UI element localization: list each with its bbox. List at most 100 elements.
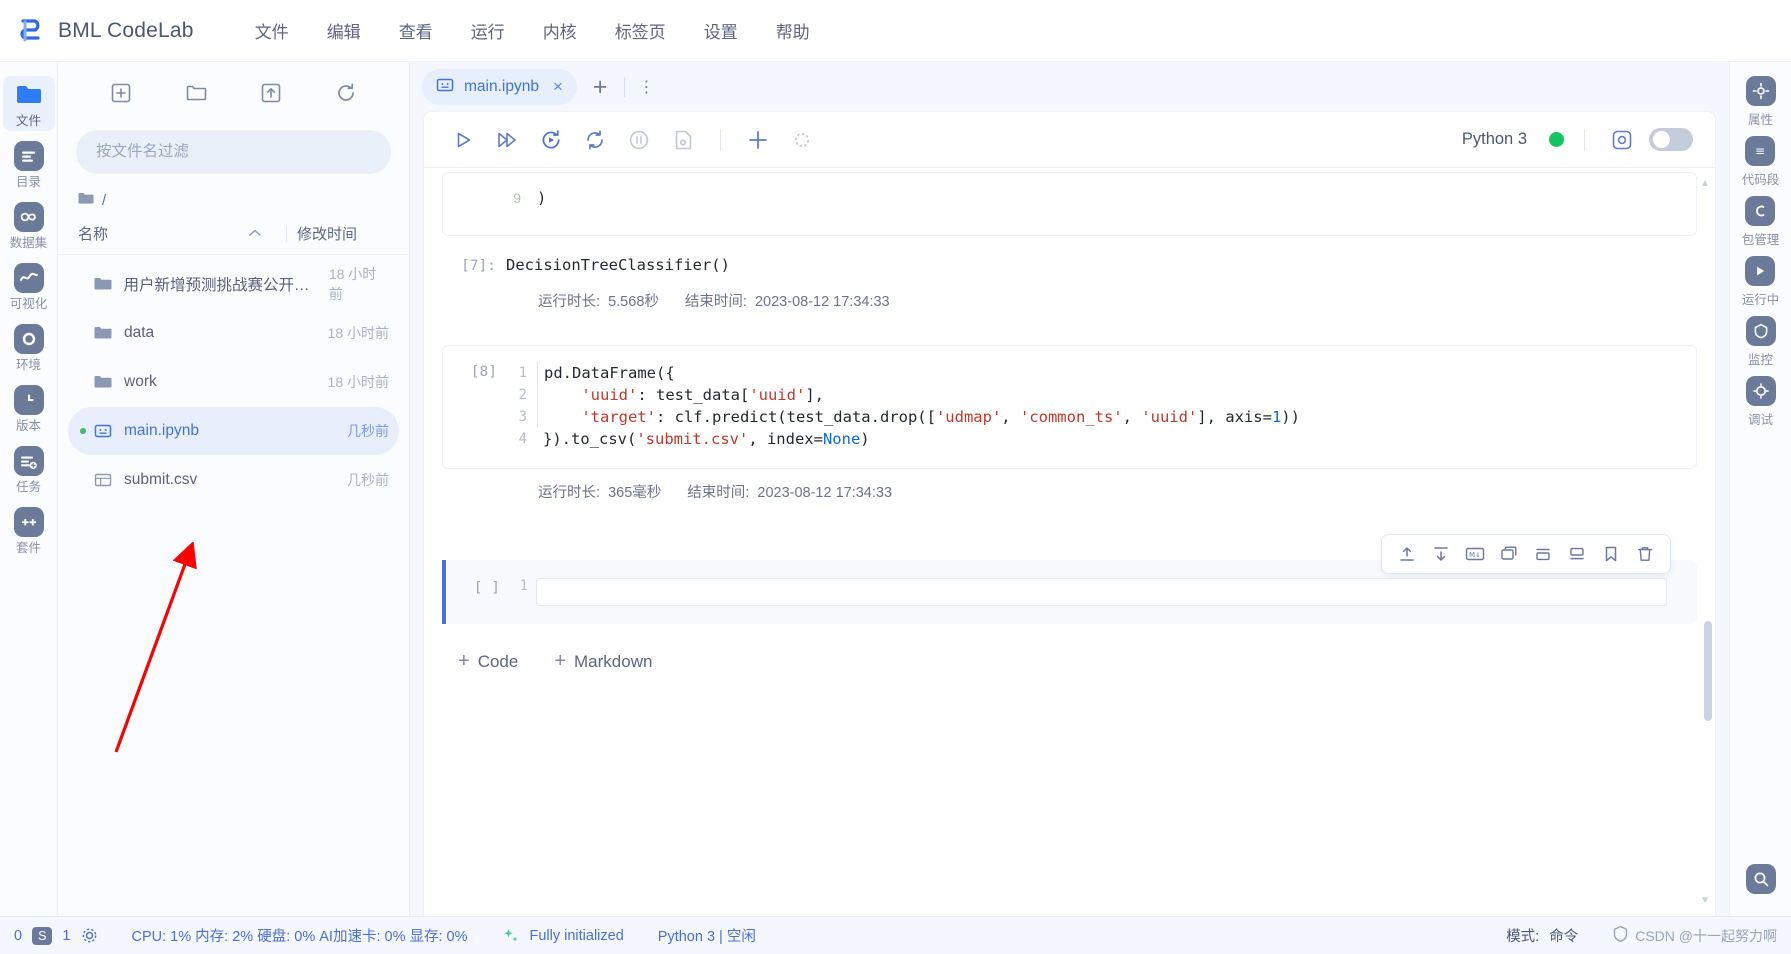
file-modified: 18 小时前 (328, 266, 377, 302)
add-code-button[interactable]: + Code (458, 650, 518, 673)
refresh-icon[interactable] (578, 123, 612, 157)
column-name[interactable]: 名称 (78, 223, 276, 244)
add-code-label: Code (477, 651, 519, 671)
upload-icon[interactable] (258, 80, 284, 106)
gear-icon[interactable] (81, 927, 98, 944)
plus-icon[interactable] (741, 123, 775, 157)
list-item[interactable]: 用户新增预测挑战赛公开数据 18 小时前 (68, 260, 399, 308)
watermark: CSDN @十一起努力啊 (1612, 925, 1777, 946)
trash-icon[interactable] (1632, 541, 1658, 567)
toggle-switch[interactable] (1649, 128, 1693, 151)
insert-below-icon[interactable] (1564, 541, 1590, 567)
right-item-debug[interactable]: 调试 (1745, 376, 1776, 428)
breadcrumb[interactable]: / (58, 184, 409, 219)
fast-forward-icon[interactable] (490, 123, 524, 157)
folder-plus-icon[interactable] (183, 80, 209, 106)
sidebar-label-version: 版本 (15, 419, 41, 433)
list-item-main-ipynb[interactable]: main.ipynb 几秒前 (68, 407, 399, 455)
list-item[interactable]: work 18 小时前 (68, 358, 399, 406)
cell-body[interactable]: 9 ) (442, 172, 1697, 236)
right-item-help[interactable] (1745, 864, 1776, 894)
file-filter-box[interactable] (76, 130, 391, 174)
menu-settings[interactable]: 设置 (685, 12, 757, 49)
markdown-icon[interactable]: M↓ (1462, 541, 1488, 567)
status-badge: S (32, 926, 53, 945)
sidebar-item-outline[interactable]: 目录 (3, 137, 55, 192)
notebook-tabbar: main.ipynb × + ⋮ (410, 62, 1729, 112)
tab-more-icon[interactable]: ⋮ (629, 77, 666, 97)
output-text: DecisionTreeClassifier() (506, 256, 730, 274)
refresh-icon[interactable] (333, 80, 359, 106)
restart-run-icon[interactable] (534, 123, 568, 157)
save-doc-icon[interactable] (666, 123, 700, 157)
menu-view[interactable]: 查看 (380, 12, 452, 49)
plus-square-icon[interactable] (108, 80, 134, 106)
code-input[interactable] (536, 578, 1667, 606)
duplicate-icon[interactable] (1496, 541, 1522, 567)
line-number: 2 (518, 387, 527, 403)
menu-kernel[interactable]: 内核 (524, 12, 596, 49)
file-modified: 几秒前 (347, 423, 389, 439)
sidebar-item-task[interactable]: 任务 (3, 442, 55, 497)
menu-run[interactable]: 运行 (452, 12, 524, 49)
right-item-properties[interactable]: 属性 (1745, 76, 1776, 128)
close-icon[interactable]: × (553, 77, 563, 97)
add-cell-row: + Code + Markdown (424, 624, 1715, 673)
scroll-up-icon[interactable]: ▲ (1700, 178, 1710, 189)
cell-body[interactable]: M↓ [] 1 (442, 534, 1697, 624)
code-line: 4 }).to_csv('submit.csv', index=None) (507, 428, 1690, 450)
move-up-icon[interactable] (1394, 541, 1420, 567)
play-icon[interactable] (446, 123, 480, 157)
toolkit-icon: ✚✚ (13, 507, 44, 537)
search-input[interactable] (96, 143, 371, 161)
move-down-icon[interactable] (1428, 541, 1454, 567)
sidebar-label-environment: 环境 (15, 358, 41, 372)
notebook-area: main.ipynb × + ⋮ Python 3 9) [7]: Decis… (410, 62, 1729, 916)
notebook-scrollbar[interactable]: ▲ ▼ (1700, 176, 1712, 908)
right-item-snippet[interactable]: ≡ 代码段 (1742, 136, 1779, 188)
right-item-package[interactable]: 包管理 (1742, 196, 1779, 248)
gear-outline-icon[interactable] (785, 123, 819, 157)
right-item-monitor[interactable]: 监控 (1745, 316, 1776, 368)
code-area[interactable]: [ ] 1 (446, 578, 1697, 606)
sidebar-label-visualization: 可视化 (9, 297, 48, 311)
list-item-submit-csv[interactable]: submit.csv 几秒前 (68, 456, 399, 504)
code-text: pd.DataFrame({ (537, 362, 1690, 384)
menu-file[interactable]: 文件 (236, 12, 308, 49)
snapshot-icon[interactable] (1605, 123, 1639, 157)
cell-body[interactable]: [8] 1 pd.DataFrame({ 2 'uuid': test_data… (442, 345, 1697, 469)
scroll-down-icon[interactable]: ▼ (1700, 895, 1710, 906)
scrollbar-thumb[interactable] (1704, 621, 1712, 721)
run-duration-label: 运行时长: (538, 485, 601, 501)
sidebar-item-files[interactable]: 文件 (2, 76, 55, 131)
app-root: BML CodeLab 文件 编辑 查看 运行 内核 标签页 设置 帮助 文件 (0, 0, 1791, 954)
menu-help[interactable]: 帮助 (757, 12, 829, 49)
add-markdown-button[interactable]: + Markdown (554, 650, 652, 673)
sort-asc-icon[interactable] (248, 225, 262, 242)
top-menu-bar: BML CodeLab 文件 编辑 查看 运行 内核 标签页 设置 帮助 (0, 0, 1791, 62)
breadcrumb-path[interactable]: / (102, 192, 106, 209)
tab-main-ipynb[interactable]: main.ipynb × (422, 69, 577, 105)
file-name: data (124, 324, 155, 341)
line-number: 1 (518, 365, 527, 381)
list-item[interactable]: data 18 小时前 (68, 309, 399, 357)
kernel-name[interactable]: Python 3 (1462, 130, 1527, 149)
menu-tabs[interactable]: 标签页 (596, 12, 685, 49)
new-tab-button[interactable]: + (581, 74, 620, 100)
right-item-running[interactable]: 运行中 (1742, 256, 1779, 308)
code-lines[interactable]: 1 pd.DataFrame({ 2 'uuid': test_data['uu… (507, 362, 1690, 450)
kernel-info[interactable]: Python 3 | 空闲 (658, 925, 756, 946)
sidebar-item-toolkit[interactable]: ✚✚ 套件 (3, 503, 55, 558)
bookmark-icon[interactable] (1598, 541, 1624, 567)
sidebar-item-visualization[interactable]: 可视化 (3, 259, 55, 314)
insert-above-icon[interactable] (1530, 541, 1556, 567)
tab-label: main.ipynb (464, 78, 539, 95)
sidebar-item-version[interactable]: 版本 (3, 381, 55, 436)
sidebar-item-dataset[interactable]: 数据集 (3, 198, 55, 253)
pause-circle-icon[interactable] (622, 123, 656, 157)
code-area[interactable]: [8] 1 pd.DataFrame({ 2 'uuid': test_data… (443, 362, 1696, 450)
sidebar-item-environment[interactable]: 环境 (3, 320, 55, 375)
menu-edit[interactable]: 编辑 (308, 12, 380, 49)
code-text: 'uuid': test_data['uuid'], (537, 384, 1690, 406)
column-modified[interactable]: 修改时间 (297, 223, 389, 244)
